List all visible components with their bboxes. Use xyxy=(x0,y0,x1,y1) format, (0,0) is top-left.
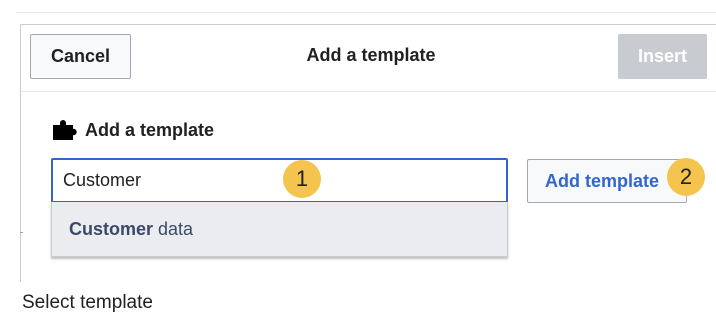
add-template-button[interactable]: Add template xyxy=(527,159,687,203)
dialog-header: Cancel Add a template Insert xyxy=(21,25,716,92)
suggestion-menu: Customer data xyxy=(51,202,508,257)
template-search-input[interactable] xyxy=(51,158,508,203)
cancel-button[interactable]: Cancel xyxy=(30,34,131,79)
caption: Select template xyxy=(22,292,153,313)
insert-button[interactable]: Insert xyxy=(618,34,707,79)
add-template-dialog: Cancel Add a template Insert Add a templ… xyxy=(20,24,716,282)
dialog-title: Add a template xyxy=(306,45,436,65)
puzzle-icon xyxy=(51,119,77,141)
field-label: Add a template xyxy=(51,119,214,141)
step-badge-2: 2 xyxy=(667,158,705,196)
divider-tick xyxy=(20,232,23,233)
suggestion-item[interactable]: Customer data xyxy=(69,219,193,240)
suggestion-match: Customer xyxy=(69,219,154,239)
step-badge-1: 1 xyxy=(283,160,321,198)
top-divider xyxy=(16,12,716,13)
suggestion-rest: data xyxy=(153,219,194,239)
field-label-text: Add a template xyxy=(85,119,215,140)
